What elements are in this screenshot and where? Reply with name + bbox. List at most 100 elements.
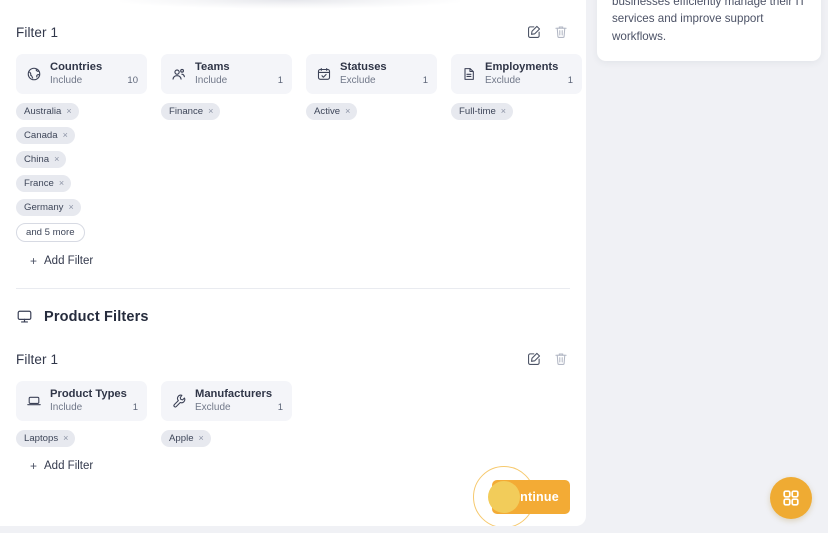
criteria-card-row: Product TypesInclude1ManufacturersExclud… <box>16 381 570 421</box>
criteria-count: 10 <box>123 75 138 87</box>
show-more-chip[interactable]: and 5 more <box>16 223 85 242</box>
criteria-name: Statuses <box>340 61 428 74</box>
criteria-subline: Include 1 <box>195 75 283 87</box>
value-chip-label: Apple <box>169 433 194 444</box>
value-chip-label: Laptops <box>24 433 58 444</box>
trash-icon[interactable] <box>553 351 570 368</box>
chips-column: Full-time × <box>451 103 582 120</box>
criteria-name: Product Types <box>50 388 138 401</box>
criteria-card-teams[interactable]: TeamsInclude 1 <box>161 54 292 94</box>
remove-chip-icon[interactable]: × <box>59 179 64 188</box>
add-filter-label: Add Filter <box>44 255 93 267</box>
add-filter-button[interactable]: + Add Filter <box>30 460 93 472</box>
continue-button-area: Continue <box>492 480 570 514</box>
chips-column: Finance × <box>161 103 292 120</box>
remove-chip-icon[interactable]: × <box>501 107 506 116</box>
value-chip-label: Canada <box>24 130 58 141</box>
wrench-icon <box>170 393 187 410</box>
criteria-card-body: Product TypesInclude1 <box>50 388 138 414</box>
criteria-count: 1 <box>274 402 283 414</box>
criteria-card-statuses[interactable]: StatusesExclude 1 <box>306 54 437 94</box>
criteria-count: 1 <box>274 75 283 87</box>
value-chip: Germany × <box>16 199 81 216</box>
chips-column: Apple × <box>161 430 292 447</box>
info-tooltip-text: problem, change, and asset management. F… <box>612 0 806 45</box>
apps-launcher-fab[interactable] <box>770 477 812 519</box>
section-divider <box>16 288 570 289</box>
criteria-chips-row: Australia × Canada × China × France × Germany × an… <box>16 103 570 242</box>
sticky-header-shadow <box>120 0 460 9</box>
add-filter-label: Add Filter <box>44 460 93 472</box>
value-chip-label: Australia <box>24 106 61 117</box>
section-header-product-filters: Product Filters <box>16 308 570 325</box>
criteria-mode: Include <box>195 75 227 87</box>
criteria-count: 1 <box>419 75 428 87</box>
remove-chip-icon[interactable]: × <box>63 434 68 443</box>
criteria-card-manufacturers[interactable]: ManufacturersExclude1 <box>161 381 292 421</box>
criteria-card-body: ManufacturersExclude1 <box>195 388 283 414</box>
remove-chip-icon[interactable]: × <box>68 203 73 212</box>
value-chip-label: China <box>24 154 49 165</box>
filter-group-title: Filter 1 <box>16 352 58 367</box>
criteria-card-body: CountriesInclude10 <box>50 61 138 87</box>
filter-header-actions <box>526 351 570 368</box>
chips-column: Active× <box>306 103 437 120</box>
criteria-name: Teams <box>195 61 283 74</box>
value-chip: Australia × <box>16 103 79 120</box>
criteria-subline: Exclude1 <box>195 402 283 414</box>
info-tooltip-card: problem, change, and asset management. F… <box>597 0 821 61</box>
value-chip: Apple × <box>161 430 211 447</box>
criteria-card-product-types[interactable]: Product TypesInclude1 <box>16 381 147 421</box>
criteria-mode: Exclude <box>340 75 376 87</box>
calendar-check-icon <box>315 66 332 83</box>
chips-column: Australia × Canada × China × France × Germany × an… <box>16 103 147 242</box>
trash-icon[interactable] <box>553 24 570 41</box>
plus-icon: + <box>30 460 37 472</box>
criteria-name: Employments <box>485 61 573 74</box>
value-chip: Full-time × <box>451 103 513 120</box>
value-chip: Active× <box>306 103 357 120</box>
criteria-card-body: EmploymentsExclude 1 <box>485 61 573 87</box>
edit-square-icon[interactable] <box>526 24 543 41</box>
remove-chip-icon[interactable]: × <box>63 131 68 140</box>
value-chip-label: Full-time <box>459 106 496 117</box>
filter-header-row: Filter 1 <box>16 347 570 371</box>
criteria-subline: Exclude 1 <box>340 75 428 87</box>
filters-scroll-area: Filter 1CountriesInclude10TeamsInclude1S… <box>0 20 586 475</box>
main-content-panel: Filter 1CountriesInclude10TeamsInclude1S… <box>0 0 586 526</box>
remove-chip-icon[interactable]: × <box>345 107 350 116</box>
value-chip: China × <box>16 151 66 168</box>
value-chip-label: France <box>24 178 54 189</box>
remove-chip-icon[interactable]: × <box>66 107 71 116</box>
criteria-card-employments[interactable]: EmploymentsExclude 1 <box>451 54 582 94</box>
criteria-subline: Exclude 1 <box>485 75 573 87</box>
value-chip: Canada × <box>16 127 75 144</box>
criteria-subline: Include10 <box>50 75 138 87</box>
criteria-mode: Exclude <box>485 75 521 87</box>
value-chip: France × <box>16 175 71 192</box>
remove-chip-icon[interactable]: × <box>199 434 204 443</box>
continue-button[interactable]: Continue <box>492 480 570 514</box>
globe-icon <box>25 66 42 83</box>
monitor-icon <box>16 308 33 325</box>
edit-square-icon[interactable] <box>526 351 543 368</box>
section-title: Product Filters <box>44 309 149 325</box>
remove-chip-icon[interactable]: × <box>54 155 59 164</box>
value-chip-label: Finance <box>169 106 203 117</box>
plus-icon: + <box>30 255 37 267</box>
laptop-icon <box>25 393 42 410</box>
value-chip: Finance × <box>161 103 220 120</box>
criteria-card-countries[interactable]: CountriesInclude10 <box>16 54 147 94</box>
document-icon <box>460 66 477 83</box>
remove-chip-icon[interactable]: × <box>208 107 213 116</box>
chips-column: Laptops × <box>16 430 147 447</box>
value-chip-label: Germany <box>24 202 63 213</box>
criteria-mode: Include <box>50 402 82 414</box>
value-chip: Laptops × <box>16 430 75 447</box>
add-filter-button[interactable]: + Add Filter <box>30 255 93 267</box>
grid-apps-icon <box>781 488 801 508</box>
criteria-count: 1 <box>564 75 573 87</box>
criteria-subline: Include1 <box>50 402 138 414</box>
criteria-name: Manufacturers <box>195 388 283 401</box>
criteria-card-body: StatusesExclude 1 <box>340 61 428 87</box>
